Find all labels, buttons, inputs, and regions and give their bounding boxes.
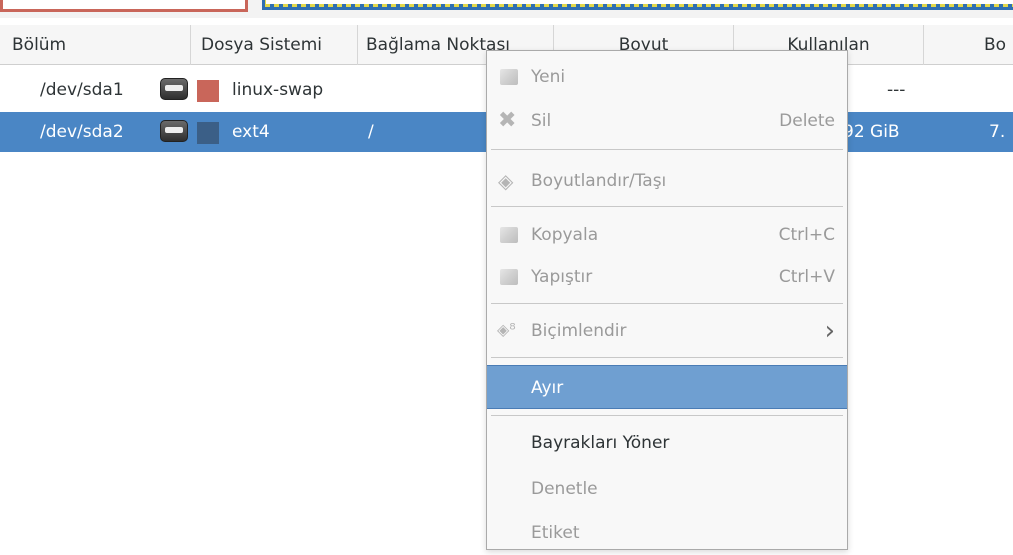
menu-item-resize-move[interactable]: ◈ Boyutlandır/Taşı (487, 159, 847, 203)
partition-path: /dev/sda1 (40, 80, 124, 100)
filesystem-color-swatch (197, 122, 219, 144)
column-partition[interactable]: Bölüm (0, 25, 191, 65)
submenu-chevron-icon: › (824, 316, 835, 346)
used-value: --- (887, 80, 906, 100)
menu-item-format[interactable]: ◈⁸ Biçimlendir › (487, 309, 847, 353)
format-icon: ◈⁸ (497, 320, 516, 339)
menu-item-check-label: Denetle (531, 479, 598, 499)
partition-map-ext4-used (266, 0, 1013, 4)
column-partition-label: Bölüm (12, 35, 67, 55)
menu-item-unmount[interactable]: Ayır (487, 365, 847, 409)
menu-item-new-label: Yeni (531, 67, 566, 87)
menu-separator (491, 415, 843, 416)
menu-item-label-label: Etiket (531, 523, 580, 543)
menu-item-paste-label: Yapıştır (531, 267, 593, 287)
partition-path: /dev/sda2 (40, 122, 124, 142)
menu-item-label[interactable]: Etiket (487, 511, 847, 555)
used-value: 92 GiB (843, 122, 900, 142)
menu-item-paste[interactable]: Yapıştır Ctrl+V (487, 255, 847, 299)
column-filesystem-label: Dosya Sistemi (201, 35, 323, 55)
context-menu: Yeni ✖ Sil Delete ◈ Boyutlandır/Taşı Kop… (486, 50, 848, 550)
new-icon (500, 69, 518, 85)
drive-icon (160, 120, 188, 142)
paste-shortcut: Ctrl+V (778, 267, 835, 287)
menu-separator (491, 357, 843, 358)
column-filesystem[interactable]: Dosya Sistemi (191, 25, 358, 65)
unused-value: 7. (989, 122, 1006, 142)
delete-shortcut: Delete (779, 111, 835, 131)
column-unused-label: Bo (984, 35, 1007, 55)
menu-item-copy-label: Kopyala (531, 225, 599, 245)
menu-separator (491, 149, 843, 150)
delete-icon: ✖ (498, 108, 517, 133)
filesystem-name: linux-swap (232, 80, 324, 100)
partition-map-swap[interactable] (0, 0, 248, 12)
menu-item-manage-flags-label: Bayrakları Yöner (531, 433, 670, 453)
copy-icon (500, 227, 518, 243)
partition-map (0, 0, 1013, 18)
menu-item-unmount-label: Ayır (531, 378, 564, 398)
menu-item-new[interactable]: Yeni (487, 55, 847, 99)
menu-item-copy[interactable]: Kopyala Ctrl+C (487, 213, 847, 257)
copy-shortcut: Ctrl+C (778, 225, 835, 245)
partition-map-ext4[interactable] (262, 0, 1013, 10)
filesystem-color-swatch (197, 80, 219, 102)
menu-separator (491, 303, 843, 304)
column-unused[interactable]: Bo (924, 25, 1013, 65)
mountpoint-value: / (368, 122, 374, 142)
filesystem-name: ext4 (232, 122, 270, 142)
paste-icon (500, 269, 518, 285)
menu-item-delete[interactable]: ✖ Sil Delete (487, 99, 847, 143)
menu-item-resize-label: Boyutlandır/Taşı (531, 171, 667, 191)
drive-icon (160, 78, 188, 100)
menu-item-check[interactable]: Denetle (487, 467, 847, 511)
menu-item-delete-label: Sil (531, 111, 552, 131)
resize-icon: ◈ (498, 169, 514, 193)
menu-item-format-label: Biçimlendir (531, 321, 627, 341)
menu-item-manage-flags[interactable]: Bayrakları Yöner (487, 421, 847, 465)
menu-separator (491, 206, 843, 207)
